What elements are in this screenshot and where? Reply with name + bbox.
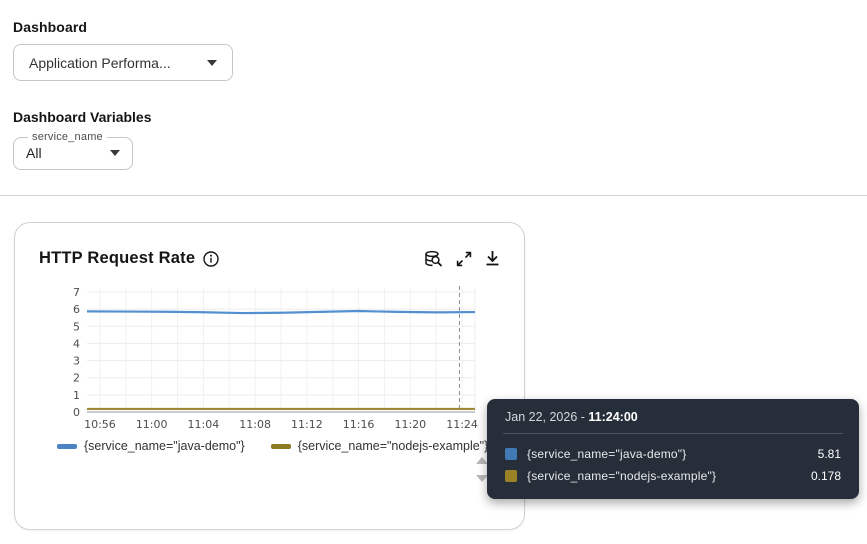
svg-text:5: 5 [73,320,80,333]
svg-text:0: 0 [73,406,80,419]
expand-icon[interactable] [456,251,472,267]
svg-text:4: 4 [73,337,80,350]
tooltip-timestamp: Jan 22, 2026 - 11:24:00 [505,410,638,424]
tooltip-row-java-demo: {service_name="java-demo"} 5.81 [503,444,843,464]
legend-item-java-demo[interactable]: {service_name="java-demo"} [57,439,245,453]
legend-swatch-icon [57,443,77,449]
svg-text:1: 1 [73,389,80,402]
service-name-select-label: service_name [32,131,103,143]
section-divider [0,195,867,196]
dashboard-select[interactable]: Application Performa... [13,44,233,81]
svg-text:11:04: 11:04 [188,418,220,431]
legend-item-nodejs-example[interactable]: {service_name="nodejs-example"} [270,439,489,453]
chart-legend: {service_name="java-demo"} {service_name… [57,439,500,453]
svg-text:11:00: 11:00 [136,418,168,431]
svg-text:10:56: 10:56 [84,418,116,431]
dashboard-label: Dashboard [13,19,88,35]
svg-text:11:12: 11:12 [291,418,323,431]
svg-text:2: 2 [73,372,80,385]
download-icon[interactable] [485,250,500,267]
svg-text:11:20: 11:20 [394,418,426,431]
svg-text:3: 3 [73,355,80,368]
legend-label: {service_name="nodejs-example"} [297,439,489,453]
legend-swatch-icon [270,443,291,449]
series-swatch-icon [505,470,517,482]
chevron-down-icon [207,59,217,66]
tooltip-divider [503,433,843,434]
svg-text:11:24: 11:24 [446,418,478,431]
chart-tooltip: Jan 22, 2026 - 11:24:00 {service_name="j… [487,399,859,499]
top-controls: Dashboard Application Performa... Dashbo… [0,0,867,170]
legend-label: {service_name="java-demo"} [84,439,245,453]
svg-text:7: 7 [73,286,80,299]
series-swatch-icon [505,448,517,460]
line-chart[interactable]: 0 1 2 3 4 5 6 7 10:56 11:00 11:04 11:08 11:12 11:16 11… [51,280,491,432]
dashboard-select-value: Application Performa... [29,54,171,71]
svg-text:6: 6 [73,303,80,316]
svg-text:11:08: 11:08 [239,418,271,431]
service-name-select-value: All [26,145,42,161]
panel-header: HTTP Request Rate [39,249,500,268]
panel-actions [424,250,500,268]
query-inspector-icon[interactable] [424,250,443,268]
chart-area[interactable]: 0 1 2 3 4 5 6 7 10:56 11:00 11:04 11:08 11:12 11:16 11… [51,280,500,437]
tooltip-row-nodejs-example: {service_name="nodejs-example"} 0.178 [503,466,843,486]
dashboard-variables-heading: Dashboard Variables [13,109,152,125]
http-request-rate-panel: HTTP Request Rate 0 1 2 3 4 5 6 7 10:56 … [14,222,525,530]
svg-text:11:16: 11:16 [343,418,375,431]
service-name-select[interactable]: service_name All [13,131,133,170]
panel-title: HTTP Request Rate [39,249,196,267]
info-circle-icon[interactable] [203,250,219,267]
chevron-down-icon [110,150,120,156]
